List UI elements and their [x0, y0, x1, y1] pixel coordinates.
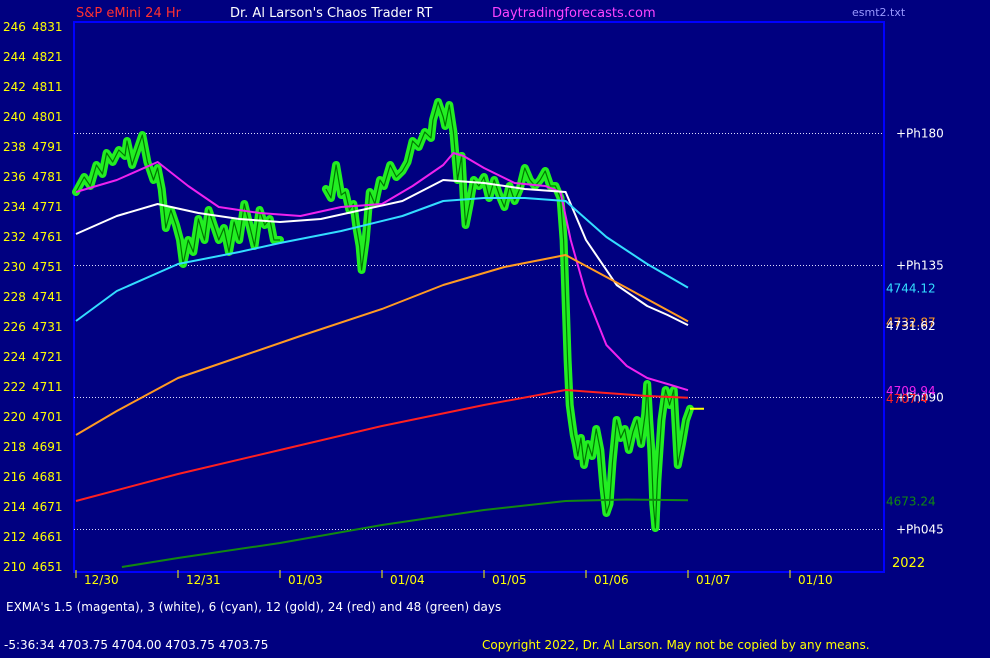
value-label: 4707.4: [886, 392, 928, 406]
app-title: Dr. Al Larson's Chaos Trader RT: [230, 6, 433, 21]
y-tick-label-right: 4781: [32, 170, 63, 184]
site-link[interactable]: Daytradingforecasts.com: [492, 6, 656, 21]
y-tick-label-right: 4661: [32, 530, 63, 544]
y-tick-label-right: 4791: [32, 140, 63, 154]
y-tick-label-right: 4721: [32, 350, 63, 364]
x-tick-label: 12/30: [84, 573, 119, 587]
y-tick-label-right: 4681: [32, 470, 63, 484]
y-tick-label-left: 218: [3, 440, 26, 454]
right-labels: +Ph180+Ph135+Ph090+Ph0454744.124732.8747…: [886, 127, 944, 537]
y-tick-label-right: 4821: [32, 50, 63, 64]
y-tick-label-left: 230: [3, 260, 26, 274]
y-axis-labels: 246 4831 244 4821 242 4811 240 4801 238 4791 236 47…: [3, 20, 63, 574]
level-label: +Ph135: [896, 259, 944, 273]
x-tick-label: 01/03: [288, 573, 323, 587]
value-label: 4744.12: [886, 282, 936, 296]
y-tick-label-right: 4671: [32, 500, 63, 514]
x-tick-label: 01/07: [696, 573, 731, 587]
quote-readout: -5:36:34 4703.75 4704.00 4703.75 4703.75: [4, 638, 269, 652]
y-tick-label-right: 4741: [32, 290, 63, 304]
plot-frame: [73, 21, 885, 573]
year-label: 2022: [892, 556, 925, 571]
y-tick-label-right: 4731: [32, 320, 63, 334]
file-name: esmt2.txt: [852, 6, 906, 19]
level-label: +Ph045: [896, 523, 944, 537]
y-tick-label-left: 212: [3, 530, 26, 544]
y-tick-label-left: 214: [3, 500, 26, 514]
y-tick-label-right: 4771: [32, 200, 63, 214]
y-tick-label-right: 4811: [32, 80, 63, 94]
y-tick-label-left: 242: [3, 80, 26, 94]
x-tick-label: 01/05: [492, 573, 527, 587]
y-tick-label-left: 226: [3, 320, 26, 334]
x-tick-label: 12/31: [186, 573, 221, 587]
y-tick-label-right: 4691: [32, 440, 63, 454]
y-tick-label-left: 210: [3, 560, 26, 574]
level-label: +Ph180: [896, 127, 944, 141]
x-tick-label: 01/06: [594, 573, 629, 587]
y-tick-label-left: 246: [3, 20, 26, 34]
x-tick-label: 01/10: [798, 573, 833, 587]
y-tick-label-left: 244: [3, 50, 26, 64]
y-tick-label-left: 228: [3, 290, 26, 304]
value-label: 4673.24: [886, 494, 936, 508]
symbol-label: S&P eMini 24 Hr: [76, 6, 181, 21]
x-tick-label: 01/04: [390, 573, 425, 587]
copyright-notice: Copyright 2022, Dr. Al Larson. May not b…: [482, 638, 870, 652]
chart-canvas: 246 4831 244 4821 242 4811 240 4801 238 4791 236 47…: [3, 20, 944, 587]
y-tick-label-left: 240: [3, 110, 26, 124]
y-tick-label-right: 4701: [32, 410, 63, 424]
y-tick-label-right: 4651: [32, 560, 63, 574]
y-tick-label-left: 238: [3, 140, 26, 154]
y-tick-label-left: 232: [3, 230, 26, 244]
y-tick-label-left: 220: [3, 410, 26, 424]
y-tick-label-left: 234: [3, 200, 26, 214]
y-tick-label-right: 4751: [32, 260, 63, 274]
y-tick-label-right: 4801: [32, 110, 63, 124]
y-tick-label-right: 4761: [32, 230, 63, 244]
y-tick-label-left: 224: [3, 350, 26, 364]
y-tick-label-left: 222: [3, 380, 26, 394]
y-tick-label-left: 236: [3, 170, 26, 184]
value-label: 4731.62: [886, 319, 936, 333]
y-tick-label-left: 216: [3, 470, 26, 484]
y-tick-label-right: 4711: [32, 380, 63, 394]
y-tick-label-right: 4831: [32, 20, 63, 34]
exma-legend-note: EXMA's 1.5 (magenta), 3 (white), 6 (cyan…: [6, 600, 502, 614]
